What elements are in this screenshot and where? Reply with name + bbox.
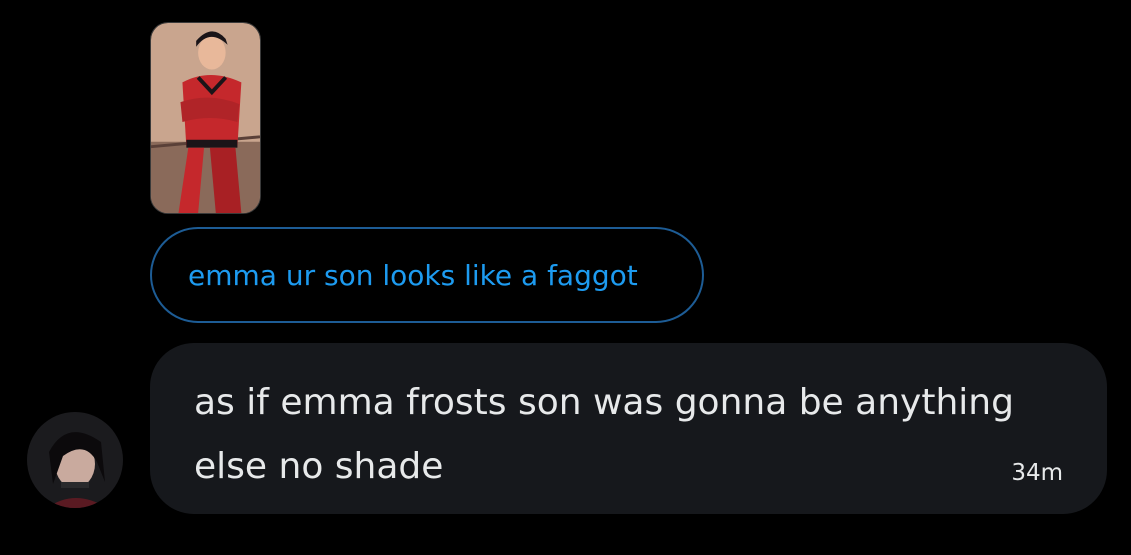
quoted-message[interactable]: emma ur son looks like a faggot	[150, 227, 704, 323]
message-bubble[interactable]: as if emma frosts son was gonna be anyth…	[150, 343, 1107, 514]
avatar[interactable]	[27, 412, 123, 508]
quoted-image-thumbnail[interactable]	[150, 22, 261, 214]
message-text: as if emma frosts son was gonna be anyth…	[194, 382, 1014, 487]
quoted-message-text: emma ur son looks like a faggot	[188, 258, 638, 292]
message-timestamp: 34m	[1011, 460, 1063, 486]
